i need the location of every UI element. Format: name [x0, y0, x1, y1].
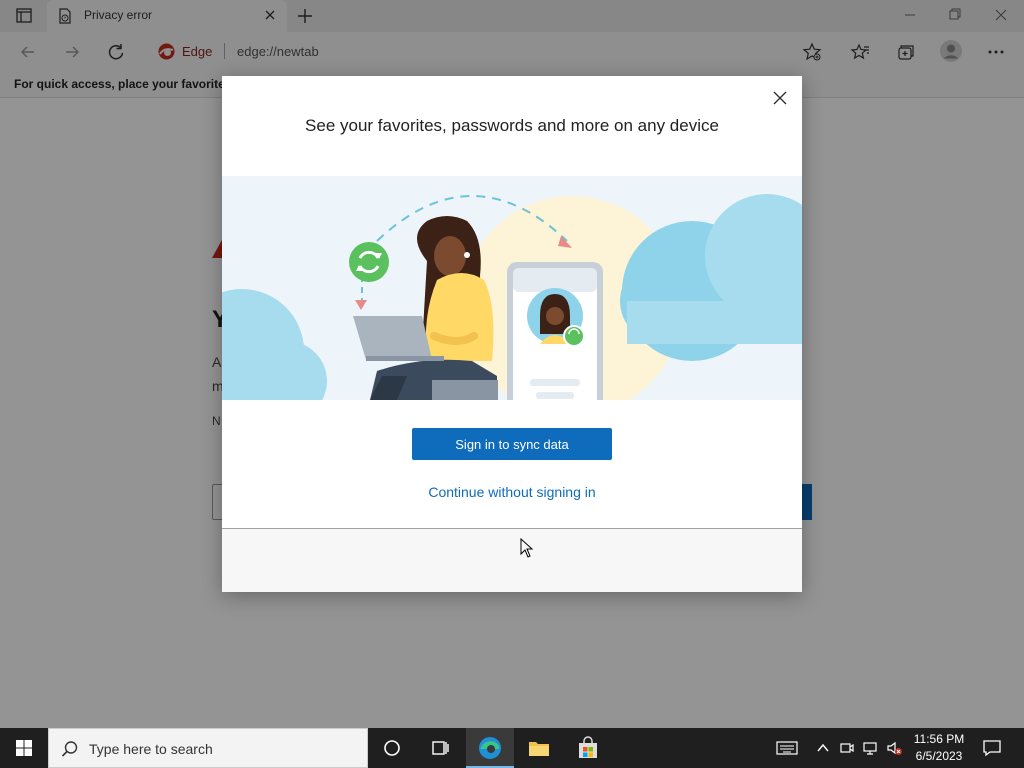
phone	[507, 262, 603, 400]
chevron-up-icon[interactable]	[815, 740, 831, 756]
network-icon[interactable]	[862, 740, 878, 756]
continue-without-signing-in-link[interactable]: Continue without signing in	[222, 484, 802, 500]
mouse-cursor-icon	[520, 537, 534, 558]
sign-in-sync-button[interactable]: Sign in to sync data	[412, 428, 612, 460]
task-view-button[interactable]	[416, 728, 464, 768]
clock-date: 6/5/2023	[915, 749, 963, 763]
search-icon	[61, 740, 79, 758]
meet-now-icon[interactable]	[839, 740, 855, 756]
clock-time: 11:56 PM	[913, 732, 965, 746]
start-button[interactable]	[0, 728, 48, 768]
close-icon[interactable]	[772, 90, 788, 106]
taskbar: Type here to search 11:56 PM 6/5/2023	[0, 728, 1024, 768]
sync-illustration	[222, 176, 802, 400]
taskbar-edge-app[interactable]	[466, 728, 514, 768]
input-keyboard-icon[interactable]	[776, 740, 798, 756]
action-center-icon[interactable]	[982, 738, 1002, 758]
file-explorer-app[interactable]	[515, 728, 563, 768]
sync-badge-icon	[349, 242, 389, 282]
volume-muted-icon[interactable]	[886, 740, 902, 756]
search-placeholder: Type here to search	[89, 741, 213, 757]
cortana-button[interactable]	[368, 728, 416, 768]
taskbar-search-box[interactable]: Type here to search	[48, 728, 368, 768]
system-clock[interactable]: 11:56 PM 6/5/2023	[904, 731, 974, 765]
dialog-footer	[222, 528, 802, 592]
microsoft-store-app[interactable]	[564, 728, 612, 768]
dialog-title: See your favorites, passwords and more o…	[305, 116, 719, 135]
sync-dialog: See your favorites, passwords and more o…	[222, 76, 802, 592]
